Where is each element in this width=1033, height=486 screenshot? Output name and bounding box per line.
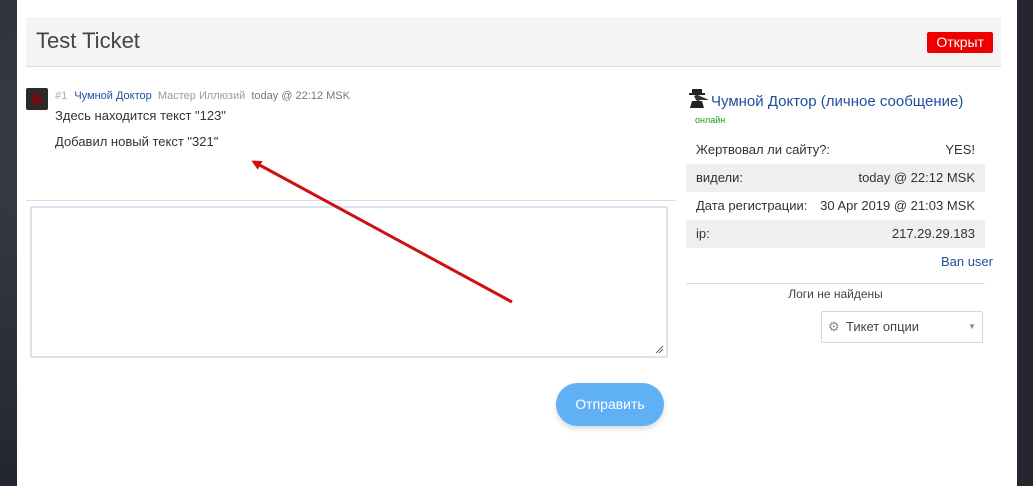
annotation-arrow — [251, 160, 513, 304]
